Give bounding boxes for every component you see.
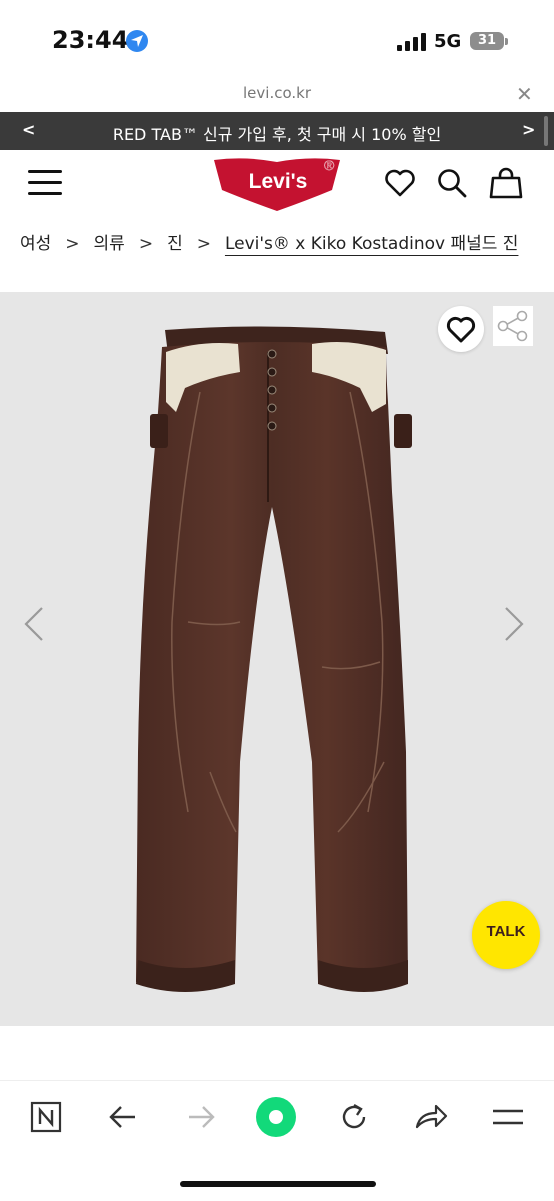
- heart-icon: [446, 316, 476, 343]
- product-image-carousel[interactable]: [0, 292, 554, 1026]
- home-indicator[interactable]: [180, 1181, 376, 1187]
- forward-icon[interactable]: [186, 1102, 216, 1132]
- scrollbar[interactable]: [544, 116, 548, 146]
- breadcrumb-separator: >: [196, 234, 211, 254]
- logo-text: Levi's: [249, 170, 308, 193]
- breadcrumb-item-jeans[interactable]: 진: [167, 234, 183, 254]
- battery-cap: [505, 38, 508, 45]
- wishlist-button[interactable]: [438, 306, 484, 352]
- network-type: 5G: [434, 31, 462, 52]
- breadcrumb-separator: >: [138, 234, 154, 254]
- back-icon[interactable]: [108, 1102, 138, 1132]
- share-icon: [497, 310, 528, 342]
- hamburger-icon[interactable]: [492, 1106, 524, 1128]
- share-button[interactable]: [493, 306, 533, 346]
- chevron-right-icon[interactable]: [502, 606, 526, 642]
- breadcrumb-item-women[interactable]: 여성: [20, 234, 51, 254]
- levis-logo[interactable]: Levi's ®: [212, 156, 342, 212]
- breadcrumb-separator: >: [65, 234, 80, 254]
- heart-icon[interactable]: [384, 168, 416, 198]
- product-image: [136, 326, 412, 992]
- location-icon: [126, 30, 148, 52]
- promo-next-button[interactable]: >: [522, 120, 535, 139]
- talk-label: TALK: [486, 923, 526, 940]
- url-text[interactable]: levi.co.kr: [0, 84, 554, 102]
- green-dot-icon[interactable]: [255, 1096, 297, 1138]
- promo-text[interactable]: RED TAB™ 신규 가입 후, 첫 구매 시 10% 할인: [0, 121, 554, 145]
- breadcrumb: 여성 > 의류 > 진 > Levi's® x Kiko Kostadinov 패널드 진: [20, 232, 530, 257]
- reload-icon[interactable]: [338, 1101, 370, 1133]
- search-icon[interactable]: [436, 167, 468, 199]
- naver-icon[interactable]: [30, 1101, 62, 1133]
- battery-icon: 31: [470, 32, 504, 50]
- bag-icon[interactable]: [489, 166, 523, 200]
- logo-mark: ®: [324, 157, 335, 173]
- breadcrumb-current[interactable]: Levi's® x Kiko Kostadinov 패널드 진: [225, 234, 519, 254]
- menu-icon[interactable]: [28, 170, 62, 196]
- close-icon[interactable]: ✕: [516, 82, 533, 106]
- breadcrumb-item-clothing[interactable]: 의류: [94, 234, 125, 254]
- kakao-talk-button[interactable]: TALK: [472, 901, 540, 969]
- chevron-left-icon[interactable]: [22, 606, 46, 642]
- signal-icon: [397, 33, 426, 51]
- share-arrow-icon[interactable]: [414, 1101, 448, 1133]
- status-time: 23:44: [52, 26, 129, 54]
